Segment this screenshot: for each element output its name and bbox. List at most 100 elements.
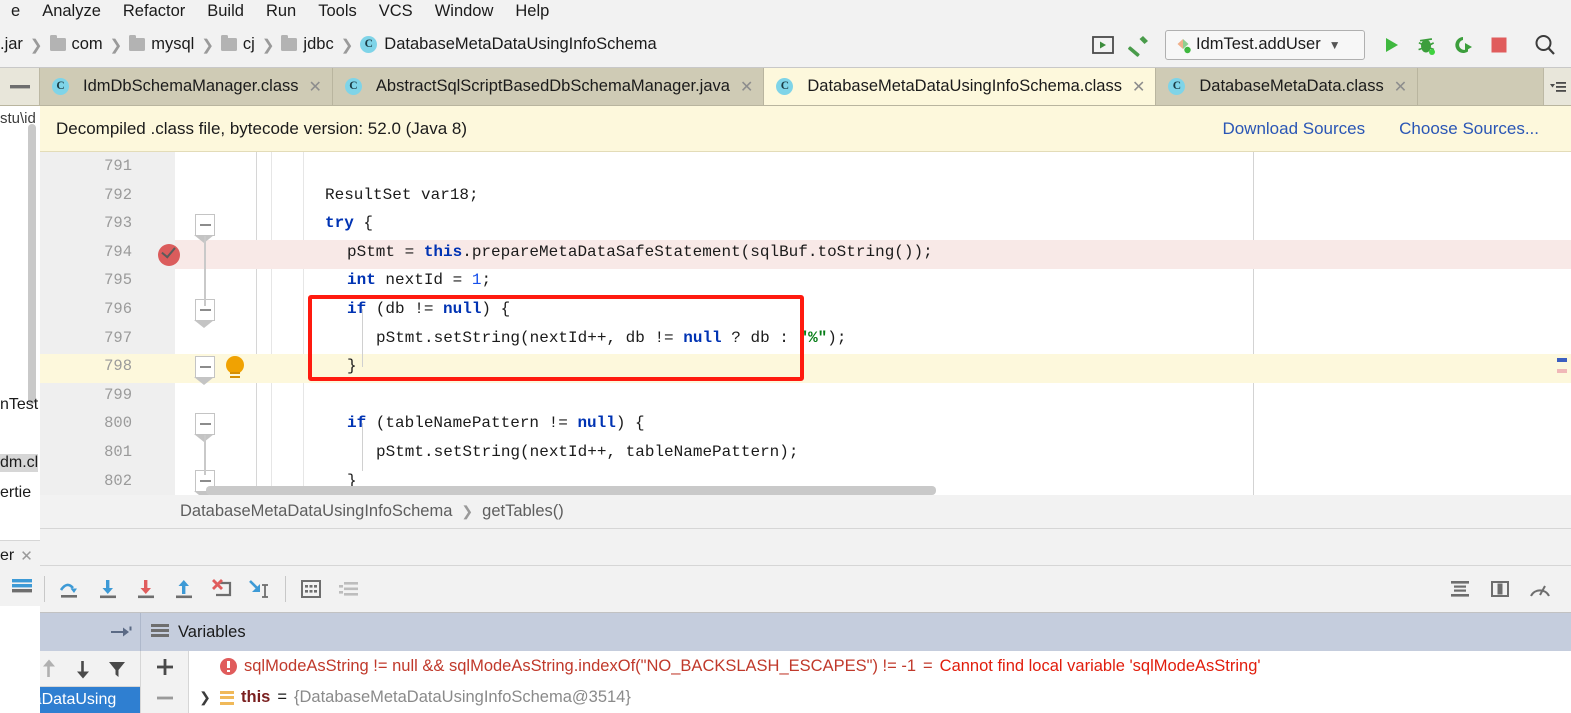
- breadcrumb-item-cj[interactable]: cj: [220, 35, 255, 54]
- close-icon[interactable]: ✕: [737, 77, 753, 97]
- filter-icon[interactable]: [100, 651, 134, 687]
- breakpoint-verified-icon[interactable]: [158, 243, 180, 266]
- breadcrumb-item-com[interactable]: com: [49, 35, 103, 54]
- project-node-idm-class[interactable]: dm.cl: [0, 454, 39, 472]
- search-icon[interactable]: [1527, 27, 1563, 63]
- chevron-right-icon[interactable]: ❯: [197, 689, 213, 706]
- close-icon[interactable]: ✕: [1129, 77, 1145, 97]
- tab-idmdbschemamanager[interactable]: C IdmDbSchemaManager.class ✕: [40, 68, 333, 105]
- close-icon[interactable]: ✕: [14, 547, 33, 565]
- collapse-tabs-button[interactable]: [0, 68, 40, 105]
- frames-collapse-icon: [111, 626, 132, 637]
- tab-databasemetadata[interactable]: C DatabaseMetaData.class ✕: [1156, 68, 1419, 105]
- drop-frame-icon[interactable]: [203, 565, 241, 613]
- editor-horizontal-scrollbar[interactable]: [206, 486, 936, 495]
- decompiled-notification-bar: Decompiled .class file, bytecode version…: [40, 106, 1571, 152]
- download-sources-link[interactable]: Download Sources: [1222, 119, 1365, 139]
- evaluate-expression-icon[interactable]: [292, 565, 330, 613]
- breadcrumb-item-class[interactable]: C DatabaseMetaDataUsingInfoSchema: [360, 35, 657, 54]
- code-fold-marker-if2[interactable]: [194, 413, 215, 442]
- line-number: 797: [104, 328, 132, 347]
- breadcrumb-class[interactable]: DatabaseMetaDataUsingInfoSchema: [180, 502, 452, 521]
- help-icon[interactable]: [1521, 565, 1559, 613]
- step-over-icon[interactable]: [51, 565, 89, 613]
- project-tool-window-tab[interactable]: er ✕: [0, 540, 40, 570]
- restore-layout-icon[interactable]: [1481, 565, 1519, 613]
- debug-icon[interactable]: [1409, 27, 1445, 63]
- chevron-right-icon: ❯: [340, 36, 354, 54]
- run-configuration-selector[interactable]: IdmTest.addUser ▼: [1165, 29, 1365, 60]
- run-anything-icon[interactable]: [1085, 27, 1121, 63]
- stop-icon[interactable]: [1481, 27, 1517, 63]
- run-config-icon: [1177, 38, 1191, 53]
- menu-item-tools[interactable]: Tools: [307, 0, 368, 22]
- menu-item-analyze[interactable]: Analyze: [31, 0, 112, 22]
- class-icon: C: [776, 78, 794, 95]
- editor-tab-bar: C IdmDbSchemaManager.class ✕ C AbstractS…: [0, 68, 1571, 106]
- code-line: pStmt.setString(nextId++, tableNamePatte…: [376, 443, 799, 461]
- main-toolbar-actions: IdmTest.addUser ▼: [1085, 27, 1571, 63]
- scrollbar-marker-caret[interactable]: [1557, 358, 1567, 362]
- breadcrumb-method[interactable]: getTables(): [482, 502, 564, 521]
- menu-item-build[interactable]: Build: [196, 0, 255, 22]
- scrollbar-marker-warning[interactable]: [1557, 369, 1567, 373]
- layout-settings-icon[interactable]: [1441, 565, 1479, 613]
- variables-panel-header[interactable]: Variables: [140, 613, 1571, 651]
- toolbar-divider: [285, 576, 286, 602]
- run-configuration-label: IdmTest.addUser: [1196, 35, 1321, 53]
- line-number: 794: [104, 242, 132, 261]
- breadcrumb-item-jdbc[interactable]: jdbc: [281, 35, 334, 54]
- menu-item-vcs[interactable]: VCS: [368, 0, 424, 22]
- menu-item-help[interactable]: Help: [504, 0, 560, 22]
- variable-row-this[interactable]: ❯ this = {DatabaseMetaDataUsingInfoSchem…: [189, 682, 1571, 713]
- run-to-cursor-icon[interactable]: [241, 565, 279, 613]
- mute-breakpoints-icon[interactable]: [330, 565, 368, 613]
- tab-abstractsqlscriptbaseddbschemamanager[interactable]: C AbstractSqlScriptBasedDbSchemaManager.…: [332, 68, 765, 105]
- variables-tree[interactable]: sqlModeAsString != null && sqlModeAsStri…: [188, 651, 1571, 713]
- project-tool-window[interactable]: stu\id nTest dm.cl ertie er ✕: [0, 106, 40, 713]
- remove-watch-icon[interactable]: [141, 682, 189, 713]
- code-fold-marker-close[interactable]: [194, 356, 215, 385]
- tab-databasemetadatausinginfoschema[interactable]: C DatabaseMetaDataUsingInfoSchema.class …: [764, 68, 1157, 105]
- code-editor[interactable]: 791 792 793 794 795 796 797 798 799 800 …: [40, 152, 1571, 495]
- menu-item-file[interactable]: e: [0, 0, 31, 22]
- menu-item-window[interactable]: Window: [424, 0, 505, 22]
- run-coverage-icon[interactable]: [1445, 27, 1481, 63]
- notification-links: Download Sources Choose Sources...: [1222, 119, 1557, 139]
- project-node-properties[interactable]: ertie: [0, 484, 31, 502]
- intention-bulb-icon[interactable]: [225, 356, 245, 380]
- step-into-icon[interactable]: [89, 565, 127, 613]
- build-hammer-icon[interactable]: [1121, 27, 1157, 63]
- step-out-icon[interactable]: [165, 565, 203, 613]
- tab-list-dropdown-icon[interactable]: [1543, 68, 1571, 105]
- line-number: 795: [104, 271, 132, 290]
- fold-divider: [271, 152, 272, 495]
- menu-item-refactor[interactable]: Refactor: [112, 0, 196, 22]
- fold-region-line-2: [204, 435, 206, 475]
- project-node-test[interactable]: nTest: [0, 396, 38, 414]
- show-execution-point-icon[interactable]: [10, 574, 34, 601]
- add-watch-icon[interactable]: [141, 651, 189, 682]
- folder-icon: [220, 35, 237, 51]
- breadcrumb-item-jar[interactable]: .jar: [0, 35, 23, 54]
- folder-icon: [49, 35, 66, 51]
- breadcrumb-label: mysql: [151, 35, 195, 53]
- choose-sources-link[interactable]: Choose Sources...: [1399, 119, 1539, 139]
- code-fold-marker-try[interactable]: [194, 214, 215, 243]
- code-line: ResultSet var18;: [325, 185, 479, 204]
- close-icon[interactable]: ✕: [306, 77, 322, 97]
- menu-item-run[interactable]: Run: [255, 0, 307, 22]
- breadcrumb-item-mysql[interactable]: mysql: [129, 35, 194, 54]
- line-number: 799: [104, 385, 132, 404]
- watch-row-error[interactable]: sqlModeAsString != null && sqlModeAsStri…: [189, 651, 1571, 682]
- arrow-down-icon[interactable]: [66, 651, 100, 687]
- variable-value: {DatabaseMetaDataUsingInfoSchema@3514}: [293, 688, 631, 706]
- run-icon[interactable]: [1373, 27, 1409, 63]
- notification-text: Decompiled .class file, bytecode version…: [56, 118, 468, 138]
- close-icon[interactable]: ✕: [1391, 77, 1407, 97]
- row-highlight-caret: [175, 354, 1571, 383]
- breadcrumb-label: com: [71, 35, 103, 53]
- chevron-down-icon[interactable]: ▼: [1329, 38, 1341, 52]
- project-scrollbar[interactable]: [28, 124, 36, 404]
- force-step-into-icon[interactable]: [127, 565, 165, 613]
